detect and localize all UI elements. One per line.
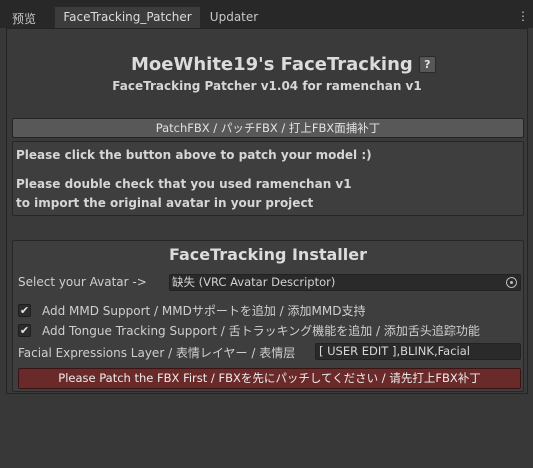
page-title: MoeWhite19's FaceTracking xyxy=(131,53,413,75)
tab-preview[interactable]: 预览 xyxy=(0,7,48,28)
facial-layer-label: Facial Expressions Layer / 表情レイヤー / 表情层 xyxy=(18,346,296,360)
avatar-object-field[interactable]: 缺失 (VRC Avatar Descriptor) xyxy=(169,274,521,291)
installer-section: FaceTracking Installer Select your Avata… xyxy=(12,240,524,392)
more-options-icon[interactable]: ⋮ xyxy=(517,9,529,23)
tab-updater[interactable]: Updater xyxy=(200,7,268,28)
patch-first-warning-button[interactable]: Please Patch the FBX First / FBXを先にパッチして… xyxy=(18,368,521,389)
tab-bar: 预览 FaceTracking_Patcher Updater ⋮ xyxy=(0,0,533,28)
tongue-tracking-row[interactable]: ✔ Add Tongue Tracking Support / 舌トラッキング機… xyxy=(18,322,480,338)
tongue-tracking-label: Add Tongue Tracking Support / 舌トラッキング機能を… xyxy=(42,323,480,338)
version-subtitle: FaceTracking Patcher v1.04 for ramenchan… xyxy=(112,79,422,93)
tongue-tracking-checkbox[interactable]: ✔ xyxy=(18,323,31,337)
info-line: to import the original avatar in your pr… xyxy=(16,196,314,210)
mmd-support-row[interactable]: ✔ Add MMD Support / MMDサポートを追加 / 添加MMD支持 xyxy=(18,302,366,318)
avatar-label: Select your Avatar -> xyxy=(18,275,147,289)
patch-fbx-button[interactable]: PatchFBX / パッチFBX / 打上FBX面捕补丁 xyxy=(12,118,524,138)
info-line: Please double check that you used ramenc… xyxy=(16,177,352,191)
header: MoeWhite19's FaceTracking ? xyxy=(131,52,436,76)
object-picker-icon[interactable] xyxy=(506,277,517,288)
tab-facetracking-patcher[interactable]: FaceTracking_Patcher xyxy=(55,7,200,28)
installer-title: FaceTracking Installer xyxy=(168,245,367,264)
facial-layer-field[interactable]: [ USER EDIT ],BLINK,Facial xyxy=(315,343,521,360)
patcher-panel: MoeWhite19's FaceTracking ? FaceTracking… xyxy=(6,28,528,394)
avatar-field-value: 缺失 (VRC Avatar Descriptor) xyxy=(172,275,336,289)
mmd-support-checkbox[interactable]: ✔ xyxy=(18,303,31,317)
mmd-support-label: Add MMD Support / MMDサポートを追加 / 添加MMD支持 xyxy=(42,303,366,318)
help-button[interactable]: ? xyxy=(418,55,436,73)
patch-info-box: Please click the button above to patch y… xyxy=(12,141,524,216)
info-line: Please click the button above to patch y… xyxy=(16,148,372,162)
